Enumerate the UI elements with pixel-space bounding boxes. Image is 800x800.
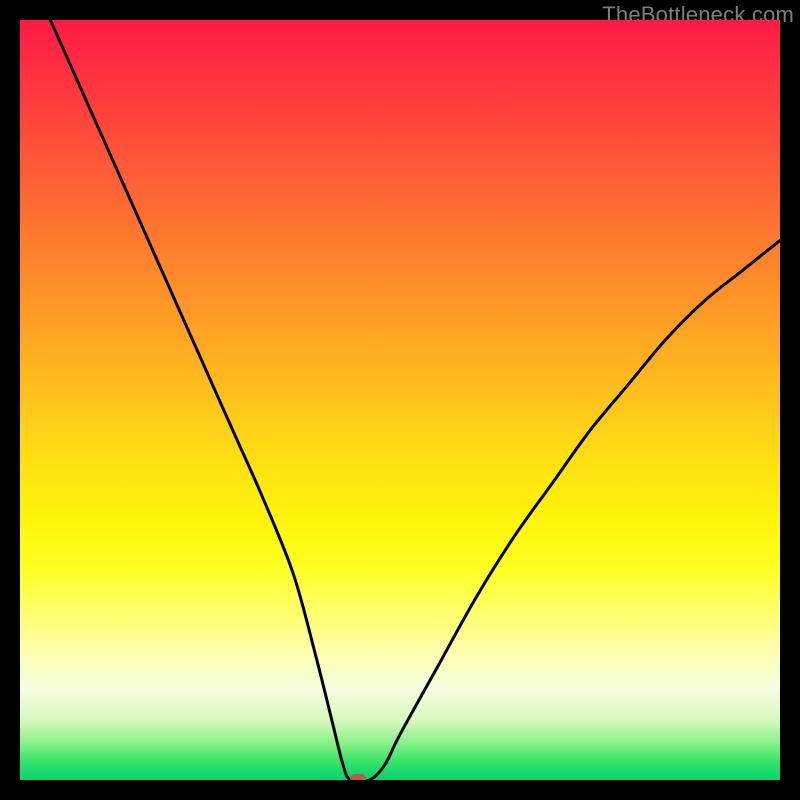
curve-minimum-marker xyxy=(350,774,366,780)
chart-frame: TheBottleneck.com xyxy=(0,0,800,800)
bottleneck-curve xyxy=(20,20,780,780)
plot-area xyxy=(20,20,780,780)
